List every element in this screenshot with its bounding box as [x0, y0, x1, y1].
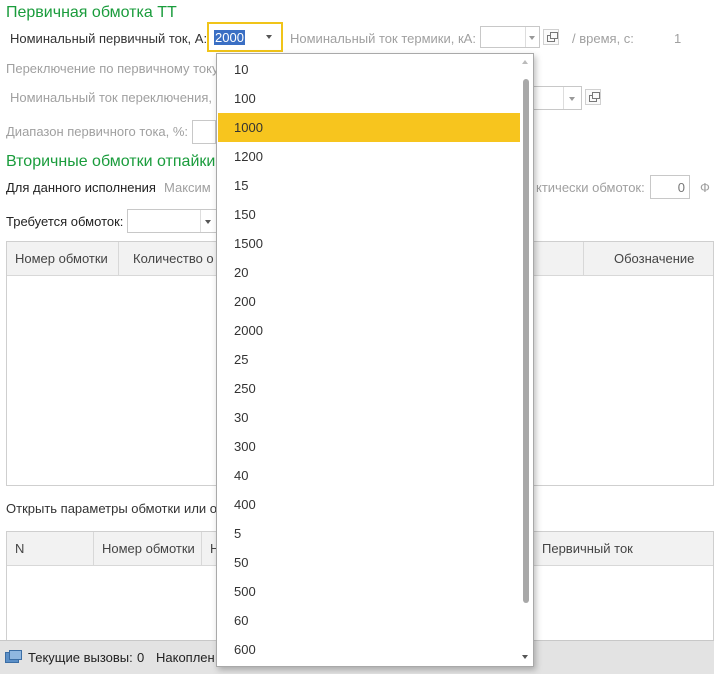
required-windings-select[interactable] [127, 209, 217, 233]
switch-nominal-label: Номинальный ток переключения, [10, 90, 213, 105]
range-label: Диапазон первичного тока, %: [6, 124, 189, 139]
column-header[interactable]: Номер обмотки [94, 532, 202, 565]
for-execution-label: Для данного исполнения [6, 180, 156, 195]
dropdown-option[interactable]: 2000 [218, 316, 520, 345]
dropdown-option[interactable]: 1200 [218, 142, 520, 171]
chevron-down-icon[interactable] [261, 29, 277, 45]
actual-suffix: Ф [700, 180, 710, 195]
dropdown-option[interactable]: 15 [218, 171, 520, 200]
accumulated-label: Накоплен [156, 650, 215, 665]
time-label: / время, с: [572, 31, 634, 46]
dropdown-option[interactable]: 1500 [218, 229, 520, 258]
dropdown-option[interactable]: 40 [218, 461, 520, 490]
scrollbar[interactable] [518, 55, 532, 665]
dropdown-option[interactable]: 300 [218, 432, 520, 461]
actual-windings-field[interactable]: 0 [650, 175, 690, 199]
nominal-primary-value[interactable]: 2000 [214, 30, 245, 45]
chevron-down-icon[interactable] [205, 220, 211, 224]
required-windings-label: Требуется обмоток: [6, 214, 124, 229]
actual-windings-label: ктически обмоток: [536, 180, 645, 195]
dropdown-list[interactable]: 10 100 1000 1200 15 150 1500 20 200 2000 25 250 30 30… [216, 53, 534, 667]
dropdown-option[interactable]: 60 [218, 606, 520, 635]
current-calls-value: 0 [137, 650, 145, 665]
column-header[interactable]: Обозначение [584, 242, 714, 275]
dropdown-option[interactable]: 30 [218, 403, 520, 432]
nominal-primary-label: Номинальный первичный ток, А: [10, 31, 208, 46]
monitor-icon[interactable] [5, 650, 22, 664]
switch-nominal-select[interactable] [532, 86, 582, 110]
scroll-down-icon[interactable] [522, 655, 528, 659]
chevron-down-icon[interactable] [529, 36, 535, 40]
dropdown-option[interactable]: 200 [218, 287, 520, 316]
dropdown-option[interactable]: 25 [218, 345, 520, 374]
range-input[interactable] [192, 120, 216, 144]
chevron-down-icon[interactable] [569, 97, 575, 101]
dropdown-option[interactable]: 100 [218, 84, 520, 113]
open-params-text[interactable]: Открыть параметры обмотки или от [6, 501, 223, 516]
actual-windings-value: 0 [677, 180, 685, 195]
column-header[interactable]: N [7, 532, 94, 565]
dropdown-option[interactable]: 600 [218, 635, 520, 664]
dropdown-option[interactable]: 400 [218, 490, 520, 519]
dropdown-option[interactable]: 500 [218, 577, 520, 606]
dropdown-option[interactable]: 50 [218, 548, 520, 577]
section-title-secondary: Вторичные обмотки отпайки [6, 153, 216, 170]
thermal-current-label: Номинальный ток термики, кА: [290, 31, 476, 46]
current-calls-label: Текущие вызовы: [28, 650, 133, 665]
dropdown-option[interactable]: 5 [218, 519, 520, 548]
dropdown-option[interactable]: 150 [218, 200, 520, 229]
dropdown-option[interactable]: 20 [218, 258, 520, 287]
dropdown-option[interactable]: 250 [218, 374, 520, 403]
column-header[interactable]: Первичный ток [532, 532, 714, 565]
open-window-icon[interactable] [585, 89, 601, 105]
thermal-current-select[interactable] [480, 26, 540, 48]
column-header[interactable]: Номер обмотки [7, 242, 119, 275]
dropdown-option[interactable]: 1000 [218, 113, 520, 142]
scroll-up-icon[interactable] [522, 60, 528, 64]
time-value: 1 [674, 31, 682, 46]
dropdown-option[interactable]: 10 [218, 55, 520, 84]
section-title-primary: Первичная обмотка ТТ [6, 4, 177, 21]
switching-label: Переключение по первичному току [6, 61, 219, 76]
max-label: Максим [164, 180, 211, 195]
scrollbar-thumb[interactable] [523, 79, 529, 603]
open-window-icon[interactable] [543, 29, 559, 45]
nominal-primary-select[interactable]: 2000 [207, 22, 283, 52]
